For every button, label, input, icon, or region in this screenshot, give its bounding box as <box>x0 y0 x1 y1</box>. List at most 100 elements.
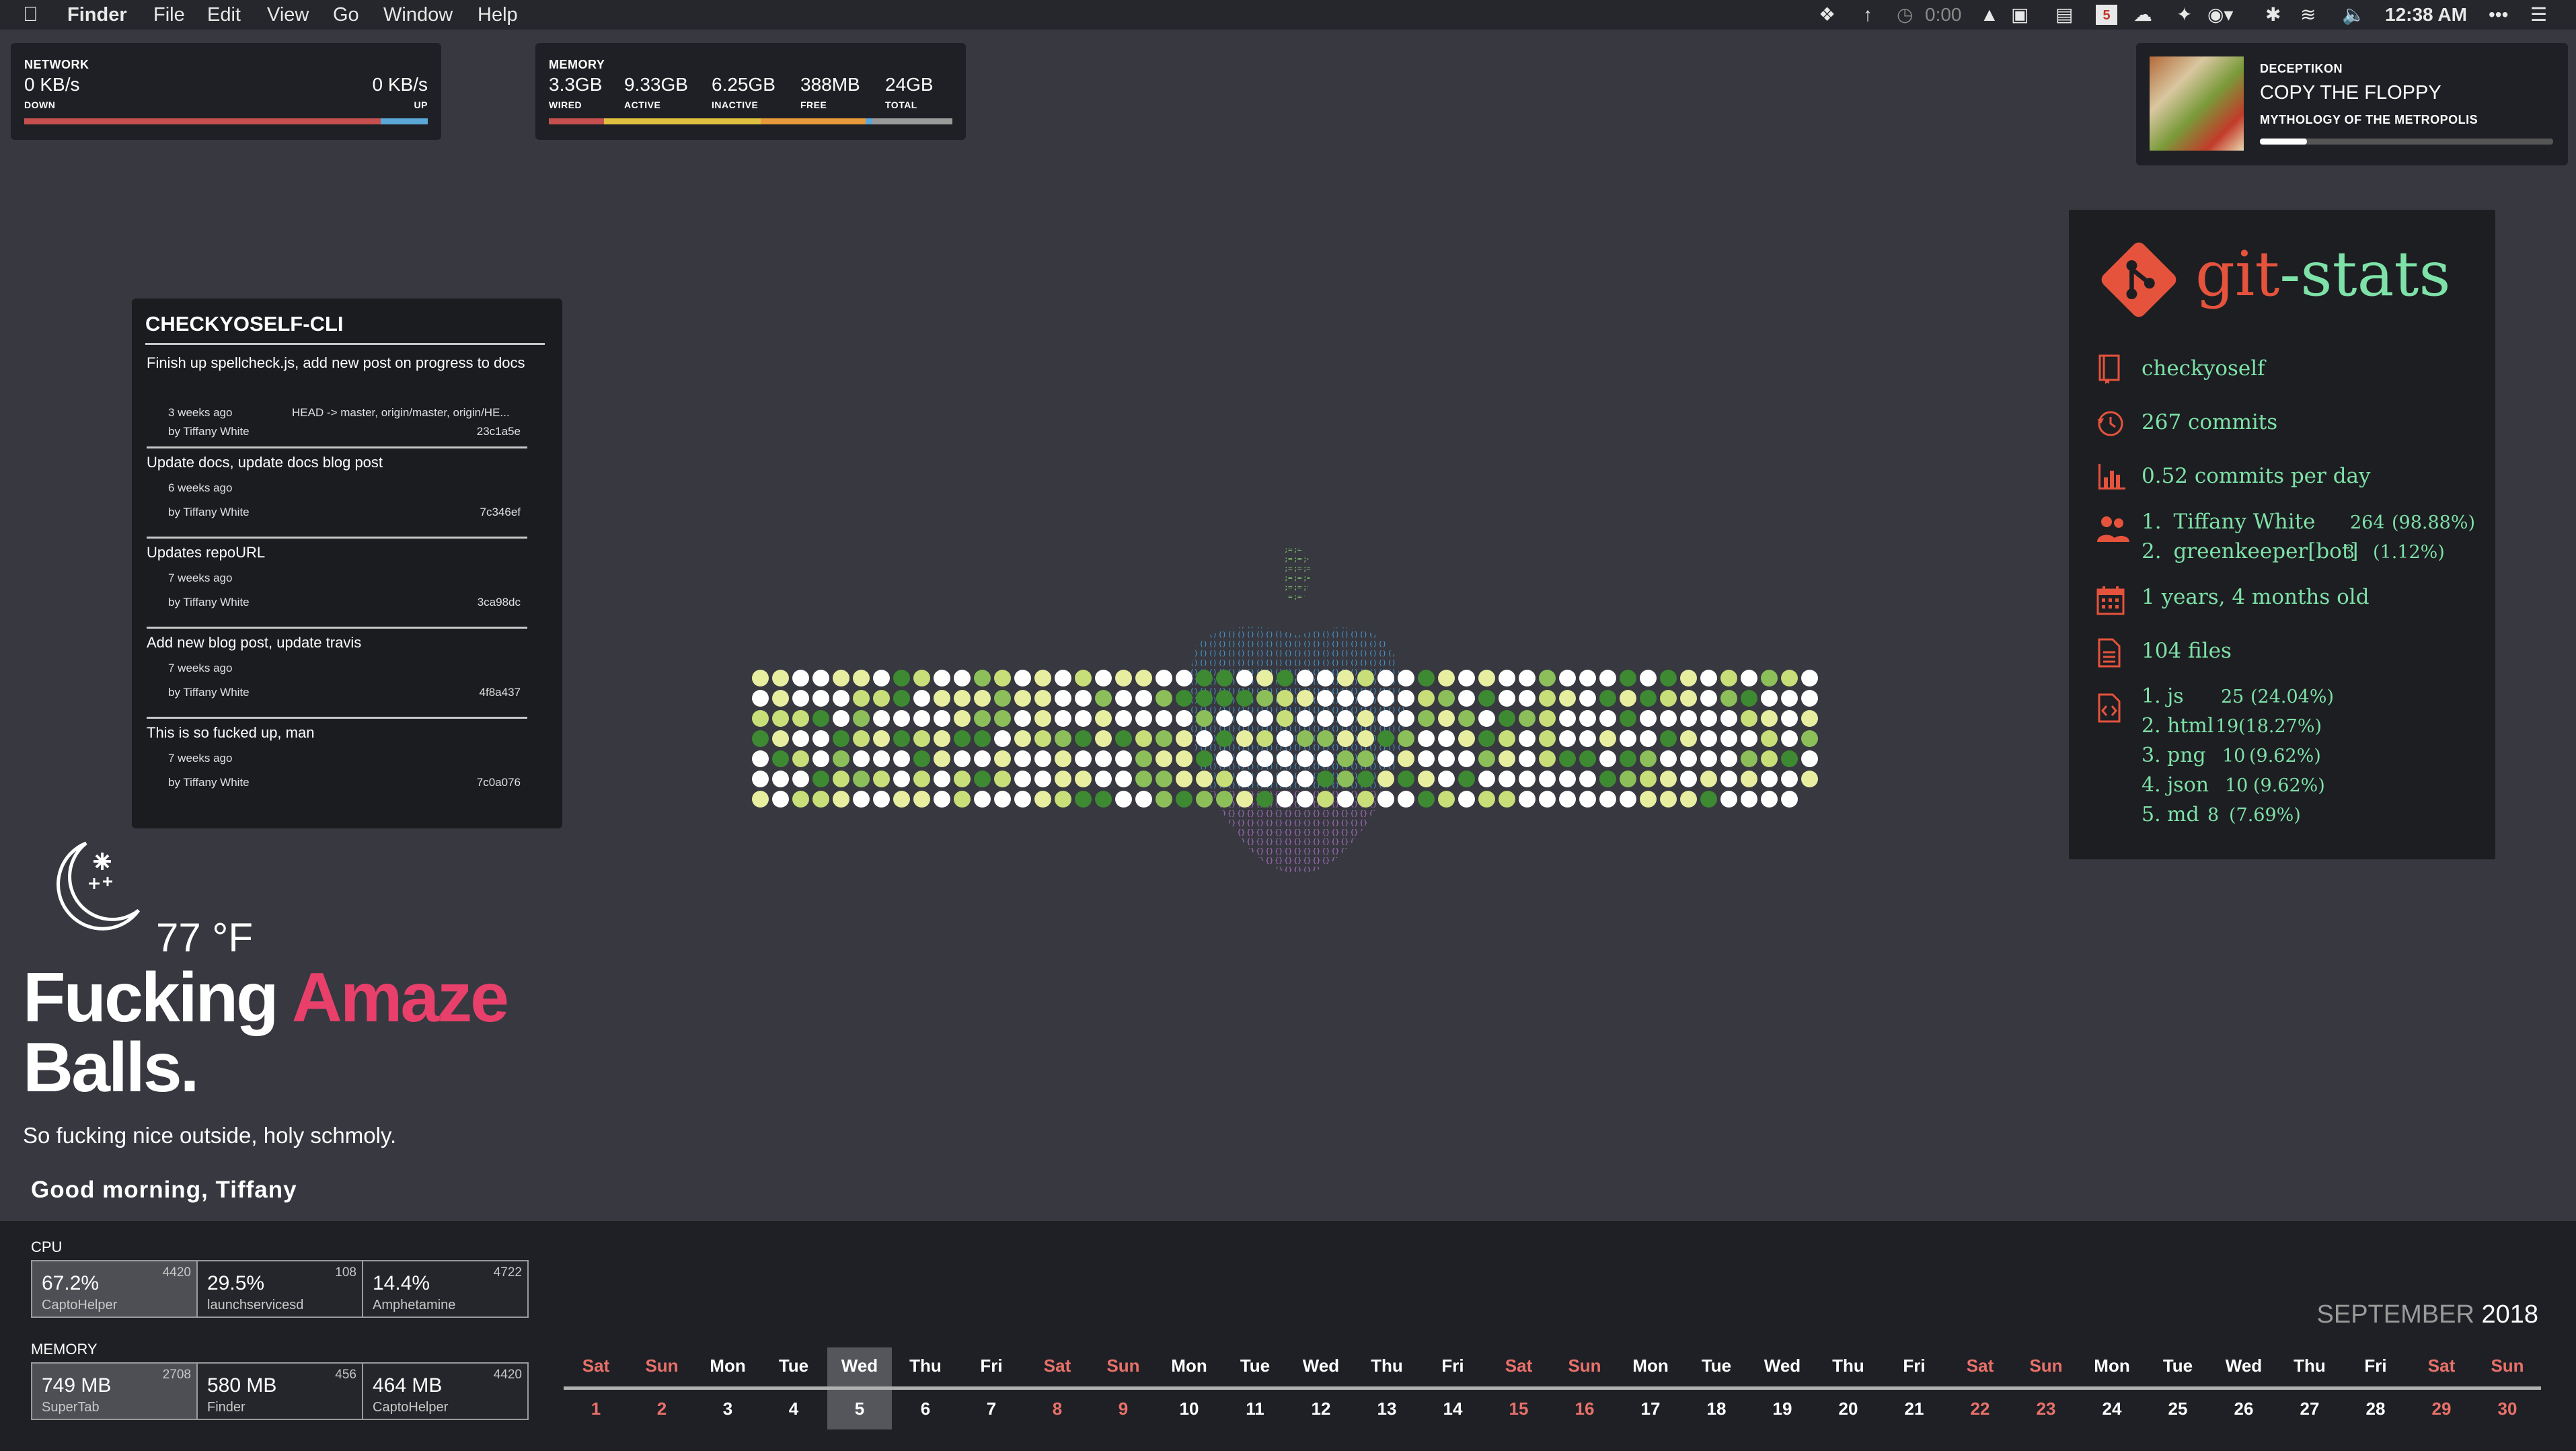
memory-process-item[interactable]: 749 MB 2708 SuperTab <box>32 1364 198 1419</box>
menu-help[interactable]: Help <box>478 3 518 26</box>
process-pid: 4420 <box>162 1265 191 1280</box>
contribution-dot <box>752 791 769 808</box>
history-icon <box>2097 411 2123 436</box>
contribution-dot <box>1196 690 1213 707</box>
contribution-dot <box>1075 670 1092 687</box>
commit-item[interactable]: This is so fucked up, man 7 weeks ago by… <box>147 721 527 807</box>
contribution-dot <box>913 710 930 727</box>
contribution-dot <box>1055 710 1071 727</box>
contribution-dot <box>1640 771 1657 787</box>
contribution-dot <box>1357 670 1374 687</box>
amphetamine-icon[interactable]: ◉▾ <box>2207 3 2234 26</box>
contribution-dot <box>1357 771 1374 787</box>
process-value: 29.5% <box>207 1272 265 1294</box>
commit-message: Update docs, update docs blog post <box>147 454 383 471</box>
commit-item[interactable]: Finish up spellcheck.js, add new post on… <box>147 351 527 448</box>
contribution-dot <box>1236 750 1253 767</box>
git-logo-icon <box>2101 242 2176 317</box>
contribution-dot <box>1216 730 1233 747</box>
contribution-dot <box>994 791 1011 808</box>
contribution-dot <box>1176 750 1192 767</box>
contribution-dot <box>1095 730 1112 747</box>
contribution-dot <box>1176 670 1192 687</box>
menu-go[interactable]: Go <box>333 3 359 26</box>
contribution-dot <box>1377 771 1394 787</box>
memory-inactive-bar <box>761 118 866 124</box>
contribution-dot <box>1135 710 1152 727</box>
contribution-dot <box>1297 670 1314 687</box>
contribution-dot <box>833 750 849 767</box>
weather-headline: Fucking Amaze Balls. <box>23 963 509 1103</box>
notification-center-icon[interactable]: ☰ <box>2530 3 2547 26</box>
bar-chart-icon <box>2098 464 2125 489</box>
commit-hash: 7c346ef <box>480 506 521 518</box>
contribution-dot <box>1216 690 1233 707</box>
commit-refs: HEAD -> master, origin/master, origin/HE… <box>292 406 510 419</box>
clock[interactable]: 12:38 AM <box>2385 3 2467 26</box>
memory-wired-bar <box>549 118 604 124</box>
contribution-dot <box>1256 690 1273 707</box>
cpu-process-item[interactable]: 29.5% 108 launchservicesd <box>198 1261 363 1317</box>
contribution-dot <box>1801 670 1818 687</box>
menu-edit[interactable]: Edit <box>207 3 241 26</box>
broadcast-icon[interactable]: ✦ <box>2176 3 2192 26</box>
contribution-dot <box>1499 670 1515 687</box>
memory-process-item[interactable]: 580 MB 456 Finder <box>198 1364 363 1419</box>
calendar-weekday: Sun <box>2491 1356 2524 1376</box>
commit-age: 7 weeks ago <box>168 752 233 764</box>
usb-icon[interactable]: ↑ <box>1863 3 1872 26</box>
contribution-dot <box>1055 771 1071 787</box>
apple-menu-icon[interactable]:  <box>23 3 38 26</box>
contribution-dot <box>994 771 1011 787</box>
process-pid: 4420 <box>493 1368 522 1382</box>
calendar-date: 4 <box>788 1399 799 1419</box>
calendar-date: 12 <box>1311 1399 1331 1419</box>
contribution-dot <box>1559 670 1576 687</box>
contribution-dot-grid <box>752 670 1825 811</box>
timer-icon[interactable]: ◷ <box>1897 3 1913 26</box>
calendar-date: 2 <box>656 1399 667 1419</box>
calendar-badge-icon[interactable]: 5 <box>2096 5 2117 25</box>
contribution-dot <box>1579 791 1596 808</box>
contribution-dot <box>1135 791 1152 808</box>
menu-file[interactable]: File <box>153 3 185 26</box>
news-icon[interactable]: ▤ <box>2055 3 2073 26</box>
memory-process-item[interactable]: 464 MB 4420 CaptoHelper <box>363 1364 527 1419</box>
contribution-dot <box>1075 771 1092 787</box>
contribution-dot <box>1519 771 1536 787</box>
menu-window[interactable]: Window <box>383 3 453 26</box>
more-icon[interactable]: ••• <box>2489 3 2508 26</box>
cpu-process-item[interactable]: 14.4% 4722 Amphetamine <box>363 1261 527 1317</box>
author-rank: 2. <box>2142 539 2162 563</box>
contribution-dot <box>1317 710 1334 727</box>
filetype-count: 10 <box>2225 775 2248 796</box>
app-name-menu[interactable]: Finder <box>67 3 127 26</box>
card-icon[interactable]: ▣ <box>2011 3 2029 26</box>
dropbox-icon[interactable]: ❖ <box>1819 3 1835 26</box>
process-pid: 108 <box>335 1265 356 1280</box>
cloud-icon[interactable]: ☁ <box>2133 3 2152 26</box>
commit-item[interactable]: Update docs, update docs blog post 6 wee… <box>147 450 527 539</box>
adobe-icon[interactable]: ▲ <box>1980 3 1999 26</box>
contribution-dot <box>812 730 829 747</box>
contribution-dot <box>792 690 809 707</box>
contribution-dot <box>1680 690 1697 707</box>
git-stats-title-stats: -stats <box>2279 238 2451 310</box>
menu-view[interactable]: View <box>267 3 309 26</box>
cpu-process-item[interactable]: 67.2% 4420 CaptoHelper <box>32 1261 198 1317</box>
commit-item[interactable]: Updates repoURL 7 weeks ago by Tiffany W… <box>147 541 527 629</box>
contribution-dot <box>1781 750 1798 767</box>
volume-icon[interactable]: 🔈 <box>2342 3 2365 26</box>
contribution-dot <box>1700 730 1717 747</box>
commit-item[interactable]: Add new blog post, update travis 7 weeks… <box>147 631 527 719</box>
contribution-dot <box>873 771 890 787</box>
contribution-dot <box>1297 690 1314 707</box>
contribution-dot <box>1539 710 1556 727</box>
wifi-icon[interactable]: ≋ <box>2300 3 2316 26</box>
contribution-dot <box>1599 750 1616 767</box>
contribution-dot <box>893 750 910 767</box>
contribution-dot <box>1499 690 1515 707</box>
bluetooth-icon[interactable]: ✱ <box>2265 3 2281 26</box>
memory-inactive-value: 6.25GB <box>712 74 775 95</box>
contribution-dot <box>893 771 910 787</box>
